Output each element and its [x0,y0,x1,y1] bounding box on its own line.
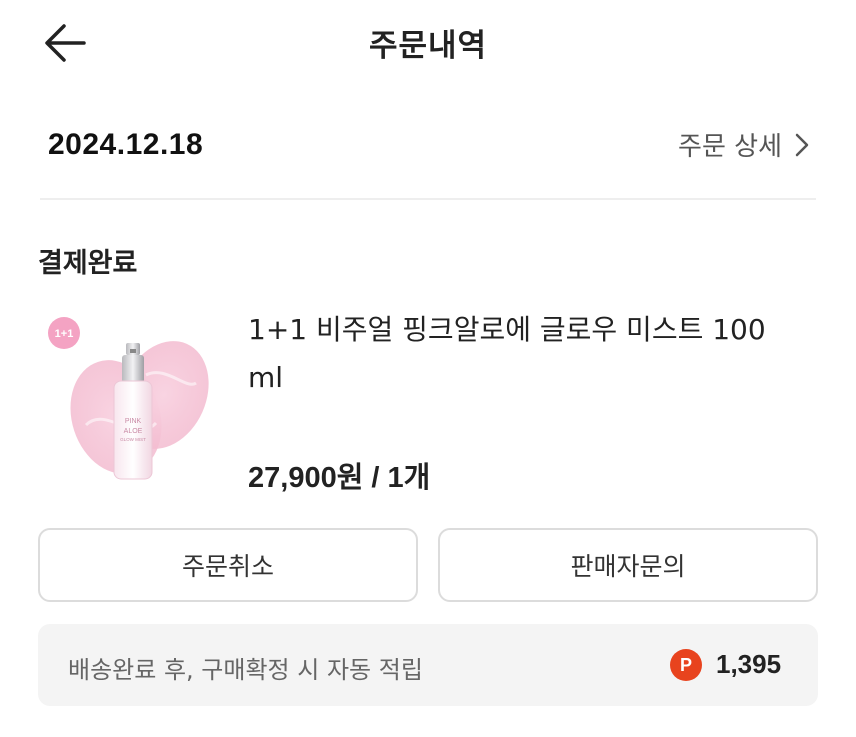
order-summary-row: 2024.12.18 주문 상세 [0,120,856,174]
order-date: 2024.12.18 [48,128,204,161]
order-status: 결제완료 [38,248,138,279]
reward-points-bar: 배송완료 후, 구매확정 시 자동 적립 P 1,395 [38,624,818,706]
product-label-line: PINK [125,418,142,425]
order-detail-label: 주문 상세 [678,132,782,162]
chevron-right-icon [795,133,809,156]
seller-inquiry-button[interactable]: 판매자문의 [438,528,818,602]
product-thumbnail[interactable]: PINK ALOE GLOW MIST 1+1 [46,305,222,491]
divider [40,198,816,200]
product-price-quantity: 27,900원 / 1개 [248,462,431,494]
product-label-line: GLOW MIST [120,437,146,442]
page-title: 주문내역 [368,28,488,64]
product-image: PINK ALOE GLOW MIST 1+1 [48,317,209,480]
points-icon: P [670,649,702,681]
reward-points-note: 배송완료 후, 구매확정 시 자동 적립 [68,656,423,684]
reward-points-value: 1,395 [716,649,782,679]
promo-badge-text: 1+1 [55,328,74,340]
cancel-order-button[interactable]: 주문취소 [38,528,418,602]
product-name[interactable]: 1+1 비주얼 핑크알로에 글로우 미스트 100 ml [248,306,808,402]
product-label-line: ALOE [124,428,143,435]
header: 주문내역 [0,0,856,86]
order-detail-link[interactable]: 주문 상세 [678,126,812,163]
